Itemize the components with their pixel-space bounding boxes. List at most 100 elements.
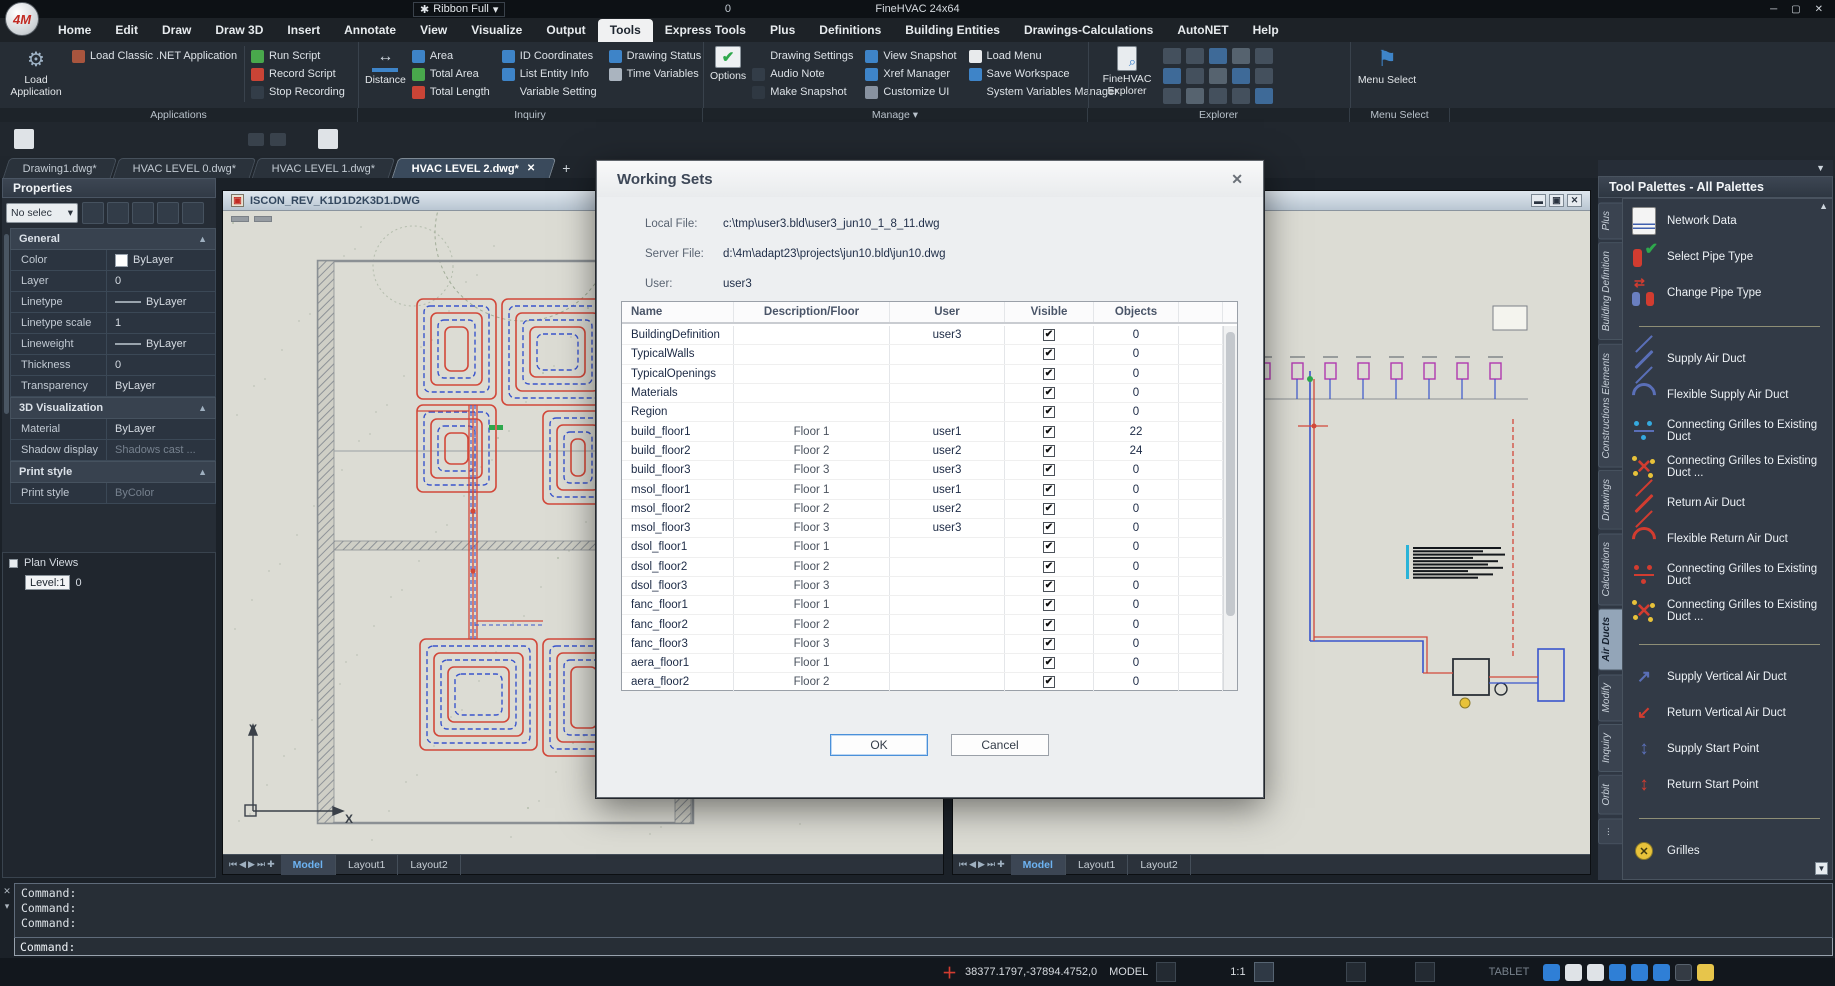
tool-palettes-title[interactable]: Tool Palettes - All Palettes bbox=[1598, 176, 1833, 198]
close-button[interactable]: ✕ bbox=[1815, 4, 1823, 15]
visible-checkbox[interactable]: ✔ bbox=[1043, 522, 1055, 534]
globe-search-icon[interactable] bbox=[1232, 68, 1250, 84]
command-history[interactable]: Command:Command:Command: bbox=[14, 883, 1833, 938]
change-pipe-type-item[interactable]: Change Pipe Type bbox=[1629, 275, 1830, 311]
visible-checkbox[interactable]: ✔ bbox=[1043, 619, 1055, 631]
tab-scroll-arrow[interactable]: ◀ bbox=[239, 859, 246, 870]
TypicalWalls[interactable]: TypicalWalls ✔ 0 bbox=[622, 345, 1223, 364]
collaborate-icon[interactable] bbox=[1565, 964, 1582, 981]
open-folder-icon[interactable] bbox=[174, 2, 189, 16]
pickadd-icon[interactable] bbox=[157, 202, 179, 224]
dialog-titlebar[interactable]: Working Sets ✕ bbox=[597, 161, 1263, 197]
ribbon-tab[interactable]: Help bbox=[1241, 19, 1291, 42]
options-button[interactable]: ✔ Options bbox=[710, 46, 746, 104]
ribbon-tab[interactable]: Draw bbox=[150, 19, 203, 42]
id-coordinates-item[interactable]: ID Coordinates bbox=[502, 48, 597, 64]
tab-scroll-arrow[interactable]: ⏭ bbox=[257, 859, 265, 870]
ok-button[interactable]: OK bbox=[830, 734, 928, 756]
scroll-up-icon[interactable]: ▲ bbox=[1819, 201, 1828, 211]
snap-cross-icon[interactable] bbox=[1156, 962, 1176, 982]
aera_floor1[interactable]: aera_floor1 Floor 1 ✔ 0 bbox=[622, 654, 1223, 673]
layout-tab[interactable]: Layout2 bbox=[1128, 855, 1190, 875]
property-row[interactable]: Material ByLayer bbox=[10, 419, 216, 440]
close-command-icon[interactable]: ✕ bbox=[3, 886, 11, 897]
white-box-icon[interactable] bbox=[705, 2, 720, 16]
save-as-icon[interactable] bbox=[210, 2, 225, 16]
tab-scroll-arrow[interactable]: ▶ bbox=[248, 859, 255, 870]
line-dashed-icon[interactable] bbox=[144, 129, 164, 149]
minimize-icon[interactable]: ▬ bbox=[1531, 194, 1546, 207]
command-input[interactable]: Command: bbox=[14, 938, 1833, 956]
visible-checkbox[interactable]: ✔ bbox=[1043, 387, 1055, 399]
return-air-duct-item[interactable]: Return Air Duct bbox=[1629, 485, 1830, 521]
network-data-item[interactable]: Network Data bbox=[1629, 203, 1830, 239]
visible-checkbox[interactable]: ✔ bbox=[1043, 541, 1055, 553]
contrast-icon[interactable] bbox=[1675, 964, 1692, 981]
build_floor3[interactable]: build_floor3 Floor 3 user3 ✔ 0 bbox=[622, 461, 1223, 480]
doc-arrows-icon[interactable] bbox=[292, 129, 312, 149]
selection-dropdown[interactable]: No selec▾ bbox=[6, 203, 78, 223]
dot-grid-icon[interactable] bbox=[1300, 962, 1320, 982]
visible-checkbox[interactable]: ✔ bbox=[1043, 638, 1055, 650]
ribbon-tab[interactable]: Home bbox=[46, 19, 103, 42]
document-tab[interactable]: HVAC LEVEL 0.dwg* ✕ bbox=[113, 158, 257, 178]
polar-tracking-icon[interactable] bbox=[1202, 962, 1222, 982]
ribbon-tab[interactable]: Annotate bbox=[332, 19, 408, 42]
xref-manager-item[interactable]: Xref Manager bbox=[865, 66, 956, 82]
building-icon[interactable] bbox=[1163, 48, 1181, 64]
palette-tab[interactable]: ... bbox=[1598, 818, 1622, 844]
chevron-down-icon[interactable]: ▾ bbox=[5, 901, 10, 912]
lineweight-icon[interactable] bbox=[1461, 962, 1481, 982]
ribbon-tab[interactable]: Plus bbox=[758, 19, 807, 42]
visible-checkbox[interactable]: ✔ bbox=[1043, 406, 1055, 418]
close-icon[interactable]: ✕ bbox=[1231, 171, 1243, 188]
filter-icon[interactable] bbox=[182, 202, 204, 224]
document-tab[interactable]: HVAC LEVEL 1.dwg* ✕ bbox=[252, 158, 396, 178]
select-area-icon[interactable] bbox=[1209, 88, 1227, 104]
customize-ui-item[interactable]: Customize UI bbox=[865, 84, 956, 100]
palette-tab[interactable]: Drawings bbox=[1598, 470, 1622, 530]
dsol_floor3[interactable]: dsol_floor3 Floor 3 ✔ 0 bbox=[622, 577, 1223, 596]
time-variables-item[interactable]: Time Variables bbox=[609, 66, 702, 82]
return-start-point-item[interactable]: ↕ Return Start Point bbox=[1629, 767, 1830, 803]
visible-checkbox[interactable]: ✔ bbox=[1043, 503, 1055, 515]
group-label-menu-select[interactable]: Menu Select bbox=[1350, 108, 1450, 122]
angle-icon[interactable] bbox=[1438, 962, 1458, 982]
palette-tab[interactable]: Constructions Elements bbox=[1598, 344, 1622, 468]
Materials[interactable]: Materials ✔ 0 bbox=[622, 384, 1223, 403]
close-tab-icon[interactable]: ✕ bbox=[527, 163, 535, 174]
dsol_floor1[interactable]: dsol_floor1 Floor 1 ✔ 0 bbox=[622, 538, 1223, 557]
property-row[interactable]: Color ByLayer bbox=[10, 250, 216, 271]
property-row[interactable]: Linetype scale 1 bbox=[10, 313, 216, 334]
list-entity-info-item[interactable]: List Entity Info bbox=[502, 66, 597, 82]
zoom-doc-icon[interactable] bbox=[1255, 48, 1273, 64]
toggle-value-icon[interactable] bbox=[132, 202, 154, 224]
supply-air-duct-item[interactable]: Supply Air Duct bbox=[1629, 341, 1830, 377]
section-general[interactable]: General▲ bbox=[10, 228, 216, 250]
palette-tool[interactable] bbox=[1629, 629, 1830, 659]
redo-icon[interactable] bbox=[264, 2, 279, 16]
palette-tool[interactable] bbox=[1629, 311, 1830, 341]
ribbon-tab[interactable]: Building Entities bbox=[893, 19, 1012, 42]
visible-checkbox[interactable]: ✔ bbox=[1043, 599, 1055, 611]
palette-tab[interactable]: Plus bbox=[1598, 202, 1622, 239]
document-tab[interactable]: Drawing1.dwg* ✕ bbox=[3, 158, 117, 178]
4m-logo-icon[interactable]: 4M bbox=[5, 2, 39, 36]
edit-doc-icon[interactable] bbox=[318, 129, 338, 149]
visible-checkbox[interactable]: ✔ bbox=[1043, 484, 1055, 496]
properties-scrollbar[interactable] bbox=[4, 234, 9, 414]
table-scrollbar[interactable] bbox=[1223, 326, 1237, 690]
annotation-scale[interactable]: 1:1 bbox=[1226, 966, 1249, 978]
tab-scroll-arrow[interactable]: ▶ bbox=[978, 859, 985, 870]
new-doc-icon[interactable] bbox=[156, 2, 171, 16]
level-node[interactable]: Level:1 0 bbox=[25, 575, 215, 590]
camera-icon[interactable] bbox=[270, 133, 286, 146]
plot-icon[interactable] bbox=[14, 129, 34, 149]
sphere-blue-icon[interactable] bbox=[390, 2, 405, 16]
doc-search-icon[interactable] bbox=[1232, 48, 1250, 64]
visible-checkbox[interactable]: ✔ bbox=[1043, 676, 1055, 688]
snap-mode-icon[interactable] bbox=[1346, 962, 1366, 982]
render-sphere-icon[interactable] bbox=[318, 2, 333, 16]
ribbon-tab[interactable]: Output bbox=[534, 19, 597, 42]
layout-tab[interactable]: Layout1 bbox=[1066, 855, 1128, 875]
